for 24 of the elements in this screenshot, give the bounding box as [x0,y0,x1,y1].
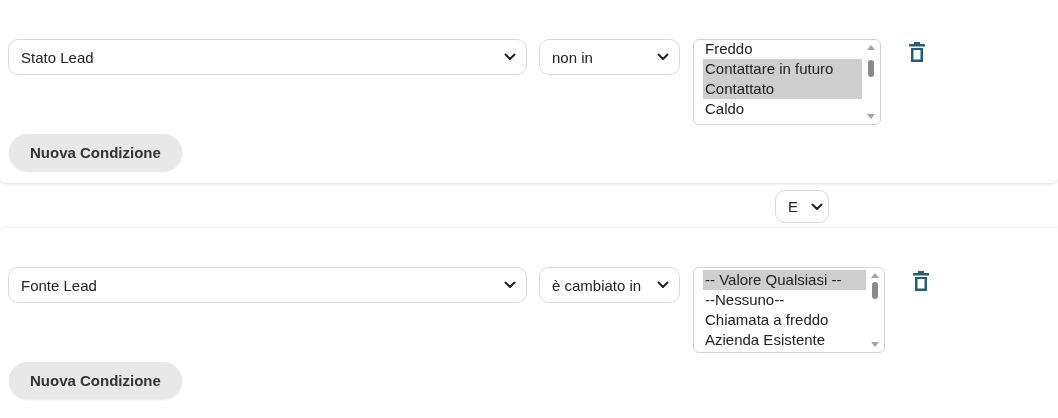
add-condition-button[interactable]: Nuova Condizione [9,362,182,399]
list-option[interactable]: Chiamata a freddo [703,310,866,330]
list-option[interactable]: -- Valore Qualsiasi -- [703,270,866,290]
list-option[interactable]: Contattare in futuro [703,59,862,79]
chevron-icon [657,281,669,289]
dropdown[interactable]: Stato Lead [8,39,527,75]
dropdown[interactable]: non in [539,39,680,75]
multi-select-list[interactable]: -- Valore Qualsiasi -- --Nessuno-- Chiamata a freddo Azienda Esistente [693,267,885,353]
add-condition-button[interactable]: Nuova Condizione [9,134,182,171]
list-option[interactable]: --Nessuno-- [703,290,866,310]
trash-icon[interactable] [909,42,925,62]
list-option[interactable]: Azienda Esistente [703,330,866,350]
multi-select-list[interactable]: Freddo Contattare in futuro Contattato Caldo [693,39,881,125]
chevron-icon [504,281,516,289]
chevron-icon [657,53,669,61]
list-option[interactable]: Caldo [703,99,862,119]
chevron-icon [504,53,516,61]
dropdown[interactable]: E [775,190,829,223]
chevron-icon [811,202,823,211]
dropdown[interactable]: è cambiato in [539,267,680,303]
list-option[interactable]: Freddo [703,40,862,59]
dropdown[interactable]: Fonte Lead [8,267,527,303]
trash-icon[interactable] [913,271,929,291]
list-option[interactable]: Contattato [703,79,862,99]
